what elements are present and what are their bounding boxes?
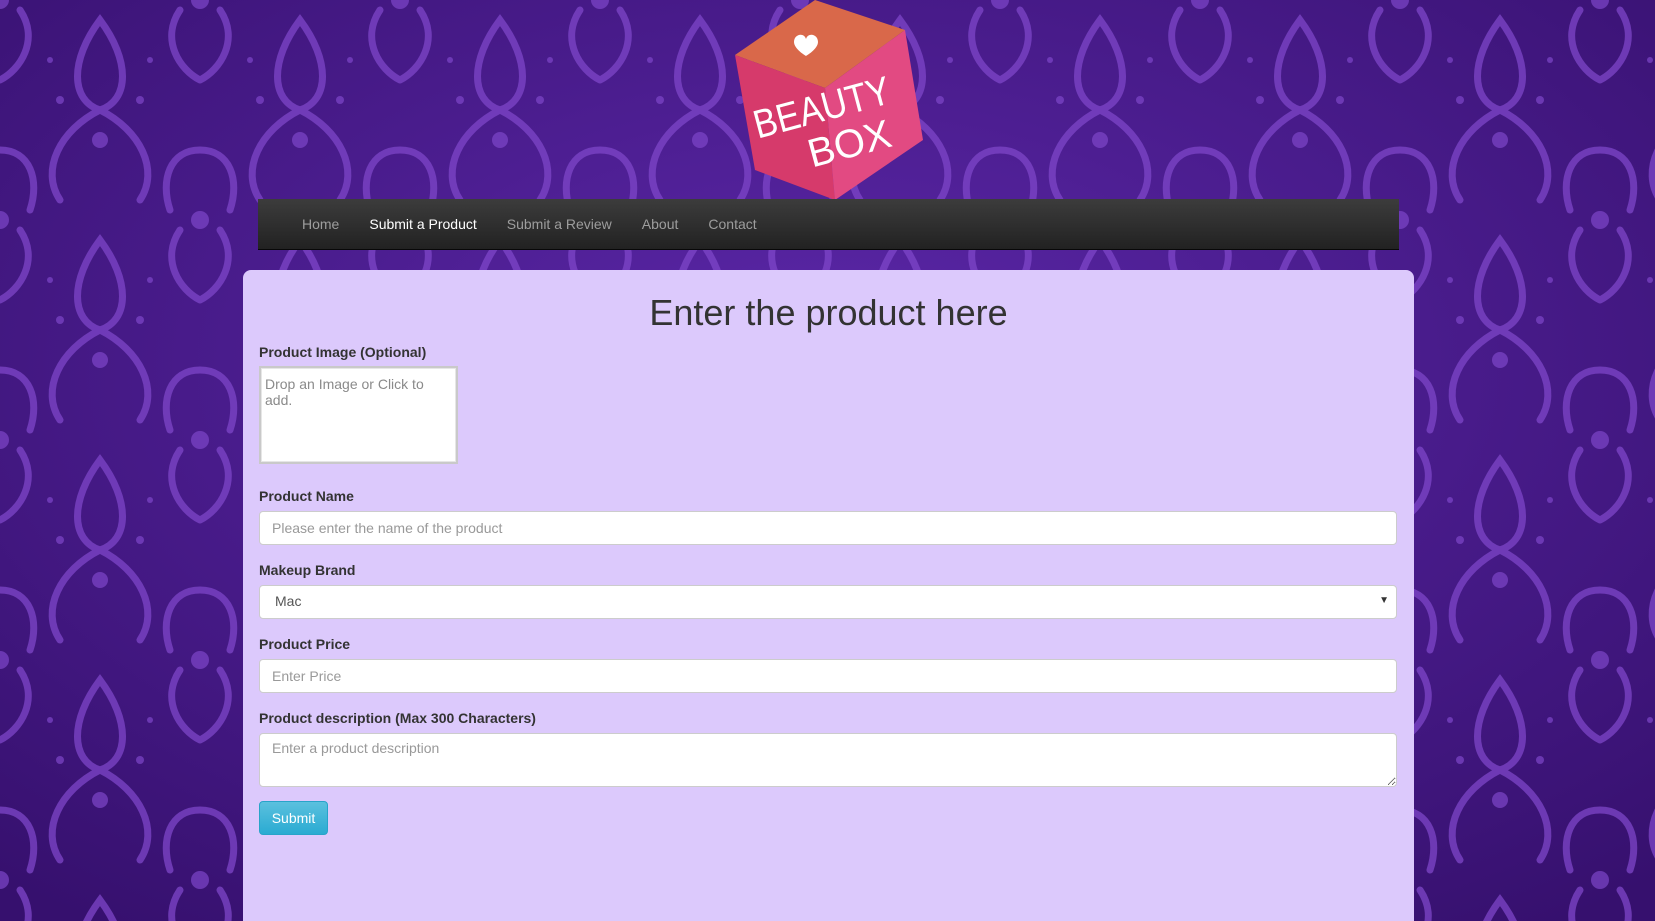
product-name-label: Product Name	[259, 488, 354, 504]
nav-home[interactable]: Home	[287, 199, 354, 249]
product-description-label: Product description (Max 300 Characters)	[259, 710, 536, 726]
submit-button[interactable]: Submit	[259, 801, 328, 835]
product-description-textarea[interactable]	[259, 733, 1397, 787]
product-form-panel: Enter the product here Product Image (Op…	[243, 270, 1414, 921]
product-price-label: Product Price	[259, 636, 351, 652]
makeup-brand-label: Makeup Brand	[259, 562, 356, 578]
chevron-down-icon: ▼	[1379, 595, 1389, 606]
image-dropzone[interactable]: Drop an Image or Click to add.	[259, 366, 458, 464]
makeup-brand-selected: Mac	[275, 593, 302, 609]
dropzone-placeholder: Drop an Image or Click to add.	[265, 376, 424, 408]
nav-about[interactable]: About	[627, 199, 694, 249]
main-navbar: Home Submit a Product Submit a Review Ab…	[258, 199, 1399, 250]
product-price-input[interactable]	[259, 659, 1397, 693]
nav-submit-product[interactable]: Submit a Product	[354, 199, 491, 249]
nav-contact[interactable]: Contact	[693, 199, 771, 249]
product-name-input[interactable]	[259, 511, 1397, 545]
page-title: Enter the product here	[649, 292, 1008, 333]
makeup-brand-select[interactable]: Mac ▼	[259, 585, 1397, 619]
beauty-box-logo[interactable]: BEAUTY BOX	[725, 0, 925, 200]
nav-submit-review[interactable]: Submit a Review	[492, 199, 627, 249]
image-label: Product Image (Optional)	[259, 344, 427, 360]
